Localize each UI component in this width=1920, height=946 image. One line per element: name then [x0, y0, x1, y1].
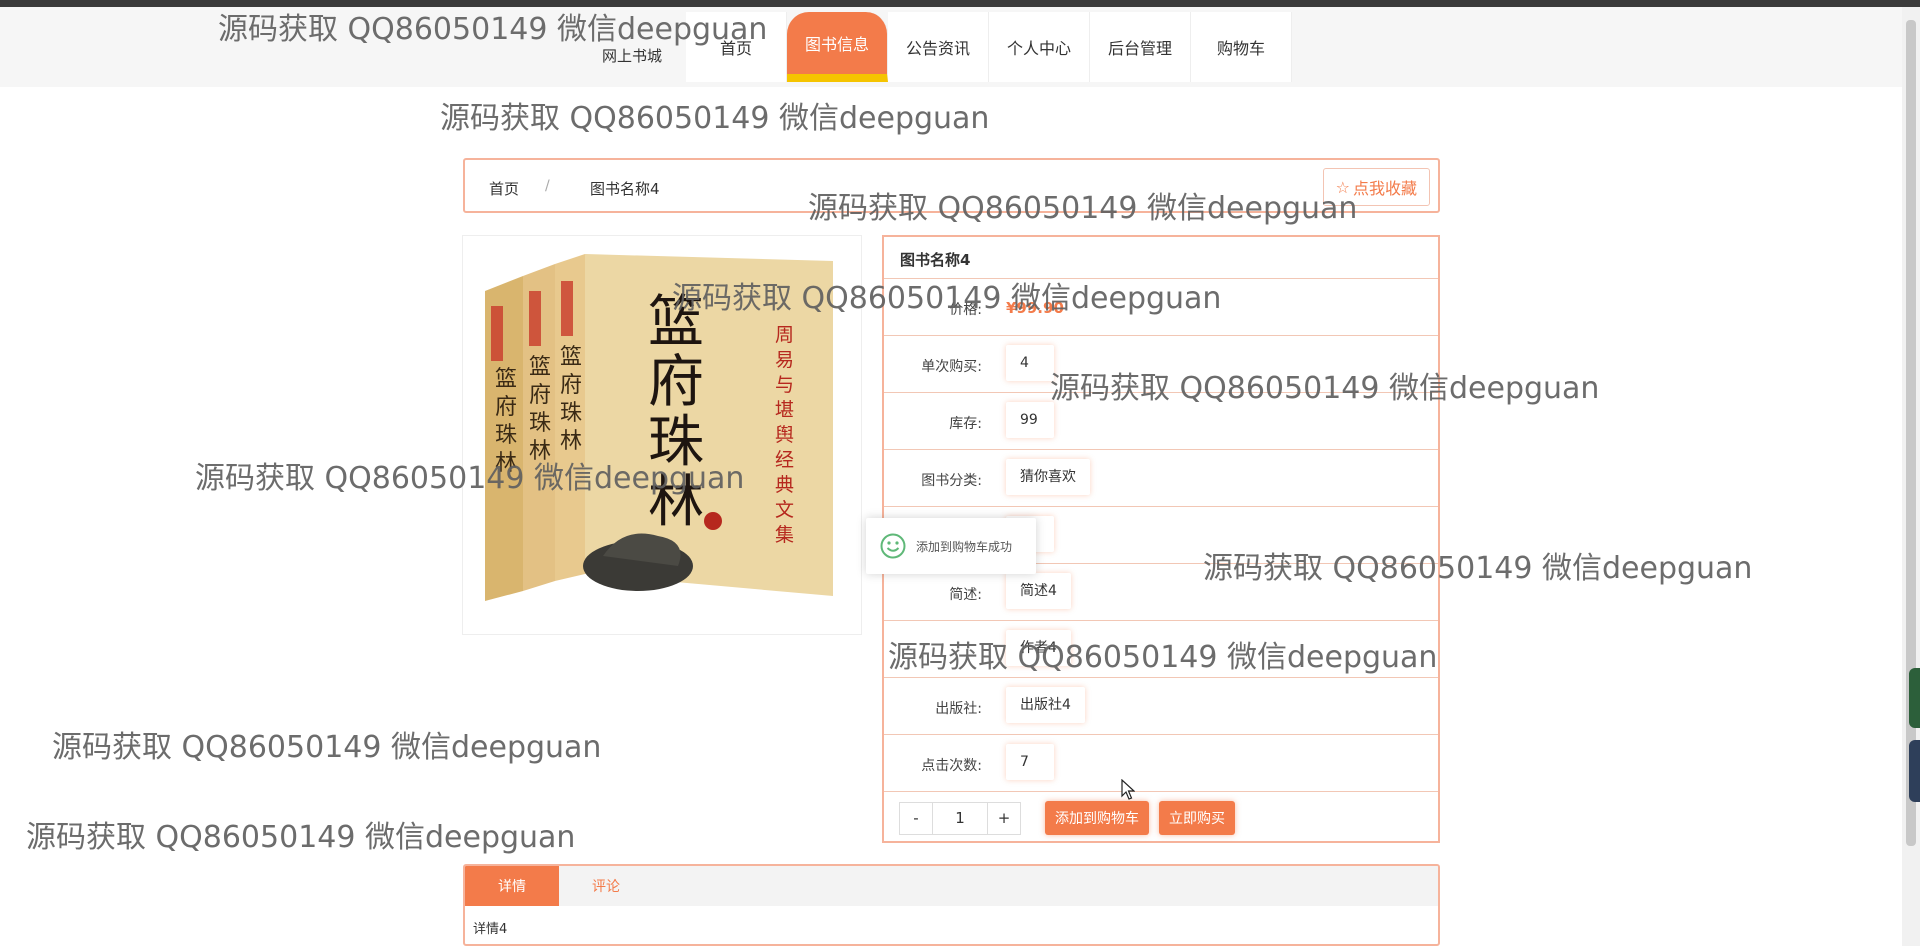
nav-cart[interactable]: 购物车 — [1191, 12, 1292, 82]
field-value: 4 — [1006, 345, 1054, 381]
book-name: 图书名称4 — [900, 251, 971, 269]
svg-text:文: 文 — [775, 499, 794, 521]
svg-text:典: 典 — [775, 474, 794, 496]
svg-text:府: 府 — [529, 383, 551, 408]
svg-text:与: 与 — [775, 374, 794, 396]
svg-text:周: 周 — [775, 324, 794, 346]
watermark: 源码获取 QQ86050149 微信deepguan — [440, 101, 990, 136]
watermark: 源码获取 QQ86050149 微信deepguan — [888, 640, 1438, 675]
breadcrumb-current: 图书名称4 — [590, 180, 660, 198]
field-value: 猜你喜欢 — [1006, 459, 1090, 495]
watermark: 源码获取 QQ86050149 微信deepguan — [1203, 551, 1753, 586]
watermark: 源码获取 QQ86050149 微信deepguan — [672, 281, 1222, 316]
nav-book-info[interactable]: 图书信息 — [787, 12, 888, 82]
side-float-widget[interactable] — [1909, 668, 1920, 728]
watermark: 源码获取 QQ86050149 微信deepguan — [808, 191, 1358, 226]
watermark: 源码获取 QQ86050149 微信deepguan — [52, 730, 602, 765]
field-value: 简述4 — [1006, 573, 1071, 609]
site-title: 网上书城 — [602, 47, 663, 65]
svg-text:集: 集 — [775, 524, 794, 546]
field-value: 7 — [1006, 744, 1054, 780]
watermark: 源码获取 QQ86050149 微信deepguan — [195, 461, 745, 496]
tab-details[interactable]: 详情 — [465, 866, 559, 906]
detail-tabs: 详情 评论 详情4 — [463, 864, 1440, 946]
watermark: 源码获取 QQ86050149 微信deepguan — [1050, 371, 1600, 406]
field-label: 单次购买: — [921, 359, 982, 375]
field-value: 99 — [1006, 402, 1054, 438]
info-row: 点击次数: 7 — [884, 734, 1438, 791]
field-label: 出版社: — [935, 701, 982, 717]
main-nav: 首页 图书信息 公告资讯 个人中心 后台管理 购物车 — [686, 12, 1292, 82]
svg-text:经: 经 — [775, 449, 794, 471]
nav-news[interactable]: 公告资讯 — [888, 12, 989, 82]
tab-comments[interactable]: 评论 — [559, 866, 653, 906]
breadcrumb-separator: / — [545, 178, 550, 194]
nav-admin[interactable]: 后台管理 — [1090, 12, 1191, 82]
breadcrumb-home[interactable]: 首页 — [489, 178, 519, 199]
svg-text:府: 府 — [495, 395, 517, 420]
add-to-cart-button[interactable]: 添加到购物车 — [1045, 801, 1149, 835]
quantity-input[interactable]: 1 — [933, 801, 987, 835]
field-value: 出版社4 — [1006, 687, 1085, 723]
toast-text: 添加到购物车成功 — [916, 539, 1013, 554]
field-label: 图书分类: — [921, 473, 982, 489]
svg-text:舆: 舆 — [775, 424, 794, 446]
svg-text:珠: 珠 — [529, 411, 551, 436]
info-row: 出版社: 出版社4 — [884, 677, 1438, 734]
field-label: 点击次数: — [921, 758, 982, 774]
tab-content: 详情4 — [473, 922, 508, 937]
info-row: 图书分类: 猜你喜欢 — [884, 449, 1438, 506]
svg-text:府: 府 — [560, 373, 582, 398]
svg-text:易: 易 — [775, 349, 794, 371]
side-float-widget[interactable] — [1909, 740, 1920, 802]
svg-text:篮: 篮 — [495, 367, 517, 392]
watermark: 源码获取 QQ86050149 微信deepguan — [26, 820, 576, 855]
watermark: 源码获取 QQ86050149 微信deepguan — [218, 12, 768, 47]
svg-text:篮: 篮 — [560, 345, 582, 370]
nav-personal-center[interactable]: 个人中心 — [989, 12, 1090, 82]
favorite-label: 点我收藏 — [1352, 179, 1417, 198]
buy-now-button[interactable]: 立即购买 — [1159, 801, 1235, 835]
quantity-minus-button[interactable]: - — [899, 801, 933, 835]
smile-icon — [880, 533, 906, 559]
field-label: 库存: — [949, 416, 982, 432]
field-label: 简述: — [949, 587, 982, 603]
mouse-cursor-icon — [1121, 779, 1135, 800]
quantity-plus-button[interactable]: + — [987, 801, 1021, 835]
svg-text:珠: 珠 — [560, 401, 582, 426]
tabs-bar: 详情 评论 — [465, 866, 1438, 906]
quantity-stepper: - 1 + 添加到购物车 立即购买 — [899, 801, 1235, 835]
svg-text:府: 府 — [648, 350, 704, 415]
toast-message: 添加到购物车成功 — [866, 518, 1036, 574]
svg-text:林: 林 — [560, 429, 582, 454]
svg-text:篮: 篮 — [529, 355, 551, 380]
svg-text:珠: 珠 — [495, 423, 517, 448]
svg-text:堪: 堪 — [775, 399, 794, 421]
